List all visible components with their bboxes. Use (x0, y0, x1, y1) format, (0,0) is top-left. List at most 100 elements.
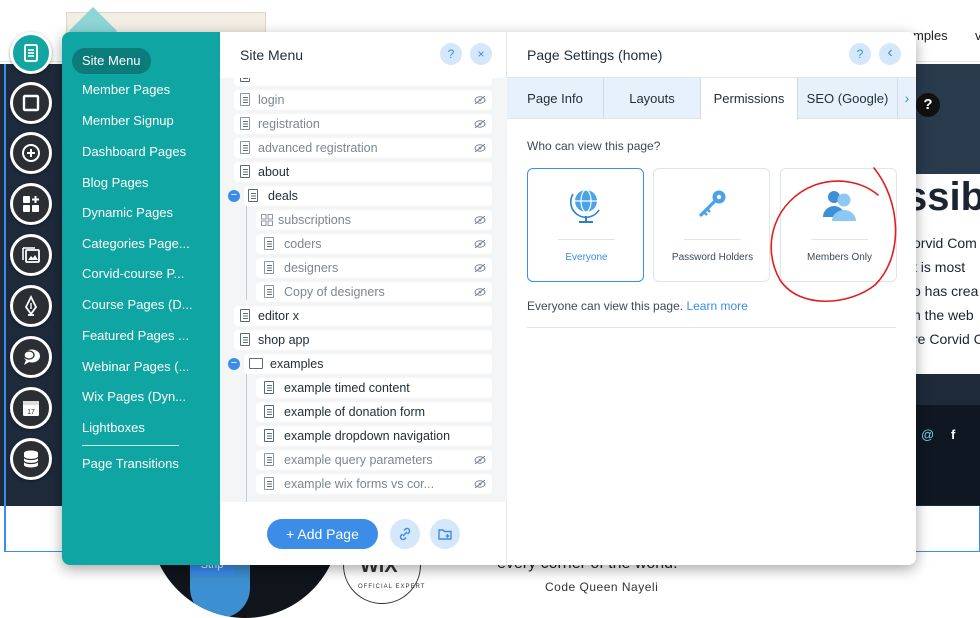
tabs-next-arrow[interactable]: › (898, 78, 916, 119)
add-apps-button[interactable] (10, 183, 52, 225)
add-element-button[interactable] (10, 132, 52, 174)
sidebar-item-featured-pages[interactable]: Featured Pages ... (82, 328, 189, 343)
page-row-designers[interactable]: designers (256, 258, 492, 278)
svg-text:17: 17 (27, 409, 35, 416)
sidebar-item-dynamic-pages[interactable]: Dynamic Pages (82, 205, 173, 220)
collapse-deals-toggle[interactable]: − (228, 190, 240, 202)
hidden-eye-icon (474, 287, 486, 297)
page-row-deals[interactable]: deals (244, 186, 492, 206)
hero-image (915, 64, 980, 174)
page-icon (248, 189, 258, 202)
hidden-eye-icon (474, 239, 486, 249)
link-icon (399, 527, 411, 541)
page-icon (264, 429, 274, 442)
sidebar-item-site-menu[interactable]: Site Menu (72, 48, 151, 74)
close-button[interactable]: × (470, 43, 492, 65)
sidebar-item-wix-pages[interactable]: Wix Pages (Dyn... (82, 389, 186, 404)
sidebar-item-categories-page[interactable]: Categories Page... (82, 236, 190, 251)
calendar-icon: 17 (23, 401, 39, 416)
page-row-example-dropdown-navigation[interactable]: example dropdown navigation (256, 426, 492, 446)
page-row-registration[interactable]: registration (234, 114, 492, 134)
page-settings-title: Page Settings (home) (527, 47, 663, 63)
site-nav-item[interactable]: v (975, 28, 980, 43)
option-label: Members Only (806, 252, 872, 263)
sidebar-item-lightboxes[interactable]: Lightboxes (82, 420, 145, 435)
facebook-icon[interactable]: f (951, 427, 955, 442)
sidebar-item-member-pages[interactable]: Member Pages (82, 82, 170, 97)
database-button[interactable] (10, 438, 52, 480)
bookings-button[interactable]: 17 (10, 387, 52, 429)
tab-page-info[interactable]: Page Info (507, 78, 604, 119)
add-link-button[interactable] (390, 519, 420, 549)
pages-panel: Site Menu Member Pages Member Signup Das… (62, 32, 916, 565)
page-row-editor-x[interactable]: editor x (234, 306, 492, 326)
help-button[interactable]: ? (440, 43, 462, 65)
site-menu-sidebar: Site Menu Member Pages Member Signup Das… (62, 32, 220, 565)
hidden-eye-icon (474, 455, 486, 465)
sidebar-item-course-pages[interactable]: Course Pages (D... (82, 297, 193, 312)
sidebar-item-webinar-pages[interactable]: Webinar Pages (... (82, 359, 189, 374)
permission-option-password-holders[interactable]: Password Holders (653, 168, 770, 282)
pages-list: login registration advanced registration… (220, 78, 507, 502)
page-row-example-wix-forms[interactable]: example wix forms vs cor... (256, 474, 492, 494)
sidebar-item-page-transitions[interactable]: Page Transitions (82, 456, 179, 471)
page-icon (240, 117, 250, 130)
key-icon (699, 190, 726, 217)
site-menu-title: Site Menu (240, 47, 304, 63)
tab-layouts[interactable]: Layouts (604, 78, 701, 119)
add-folder-icon (438, 529, 452, 540)
tab-seo-google[interactable]: SEO (Google) (798, 78, 898, 119)
description-text: Everyone can view this page. (527, 299, 684, 313)
page-icon (240, 165, 250, 178)
page-icon (264, 405, 274, 418)
media-icon (22, 247, 40, 263)
author-name: Code Queen Nayeli (545, 580, 659, 594)
page-row-partial[interactable] (234, 78, 492, 86)
page-row-login[interactable]: login (234, 90, 492, 110)
media-button[interactable] (10, 234, 52, 276)
page-row-example-timed-content[interactable]: example timed content (256, 378, 492, 398)
hidden-eye-icon (474, 215, 486, 225)
help-icon[interactable]: ? (916, 93, 940, 117)
page-row-advanced-registration[interactable]: advanced registration (234, 138, 492, 158)
hero-line: o has crea (913, 283, 979, 299)
back-button[interactable]: ‹ (879, 43, 901, 65)
permission-option-everyone[interactable]: Everyone (527, 168, 644, 282)
page-row-copy-of-designers[interactable]: Copy of designers (256, 282, 492, 302)
settings-help-button[interactable]: ? (849, 43, 871, 65)
page-row-example-query-parameters[interactable]: example query parameters (256, 450, 492, 470)
blog-button[interactable] (10, 285, 52, 327)
chat-button[interactable] (10, 336, 52, 378)
page-settings-column: Page Settings (home) ? ‹ Page Info Layou… (507, 32, 916, 565)
background-button[interactable] (10, 82, 52, 124)
page-row-about[interactable]: about (234, 162, 492, 182)
hero-heading: ssibi (905, 175, 980, 219)
chat-icon (23, 349, 40, 365)
option-divider (811, 239, 868, 240)
pages-menu-button[interactable] (10, 32, 52, 74)
permissions-question: Who can view this page? (527, 139, 661, 153)
add-folder-button[interactable] (430, 519, 460, 549)
site-nav-item[interactable]: mples (913, 28, 948, 43)
sidebar-item-blog-pages[interactable]: Blog Pages (82, 175, 149, 190)
hero-line: orvid Com (913, 235, 977, 251)
page-row-examples[interactable]: examples (244, 354, 492, 374)
page-row-subscriptions[interactable]: subscriptions (256, 210, 492, 230)
collapse-examples-toggle[interactable]: − (228, 358, 240, 370)
sidebar-item-corvid-course[interactable]: Corvid-course P... (82, 266, 184, 281)
sidebar-item-member-signup[interactable]: Member Signup (82, 113, 174, 128)
learn-more-link[interactable]: Learn more (686, 299, 747, 313)
database-icon (23, 450, 39, 468)
page-row-shop-app[interactable]: shop app (234, 330, 492, 350)
plus-circle-icon (22, 144, 40, 162)
permission-option-members-only[interactable]: Members Only (780, 168, 897, 282)
page-icon (240, 309, 250, 322)
sidebar-item-dashboard-pages[interactable]: Dashboard Pages (82, 144, 186, 159)
page-row-coders[interactable]: coders (256, 234, 492, 254)
tab-permissions[interactable]: Permissions (701, 78, 798, 120)
email-icon[interactable]: @ (921, 427, 934, 442)
add-page-button[interactable]: + Add Page (267, 519, 378, 549)
sidebar-divider (82, 445, 179, 446)
page-row-example-donation-form[interactable]: example of donation form (256, 402, 492, 422)
page-icon (264, 453, 274, 466)
